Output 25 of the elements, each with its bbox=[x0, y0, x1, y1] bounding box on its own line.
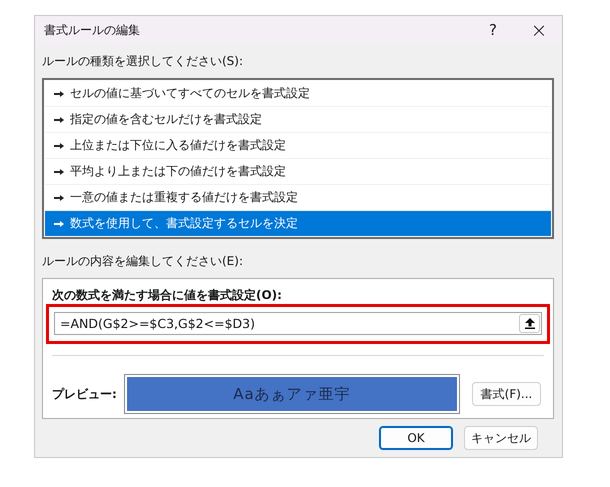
window-title: 書式ルールの編集 bbox=[44, 22, 141, 38]
close-button[interactable]: × bbox=[516, 16, 562, 44]
arrow-icon bbox=[54, 194, 64, 200]
rule-type-item[interactable]: 上位または下位に入る値だけを書式設定 bbox=[45, 133, 551, 159]
arrow-icon bbox=[54, 168, 64, 174]
preview-text: Aaあぁアァ亜宇 bbox=[127, 377, 457, 411]
collapse-button[interactable] bbox=[519, 314, 540, 333]
preview-label: プレビュー: bbox=[52, 387, 118, 401]
formula-label: 次の数式を満たす場合に値を書式設定(O): bbox=[52, 288, 283, 302]
arrow-icon bbox=[54, 220, 64, 226]
arrow-icon bbox=[54, 116, 64, 122]
rule-type-item[interactable]: 平均より上または下の値だけを書式設定 bbox=[45, 159, 551, 185]
cancel-button[interactable]: キャンセル bbox=[464, 426, 538, 450]
rule-type-item[interactable]: 指定の値を含むセルだけを書式設定 bbox=[45, 107, 551, 133]
rule-edit-label: ルールの内容を編集してください(E): bbox=[42, 254, 244, 268]
arrow-icon bbox=[54, 142, 64, 148]
arrow-icon bbox=[54, 90, 64, 96]
rule-type-item[interactable]: 数式を使用して、書式設定するセルを決定 bbox=[45, 211, 551, 236]
up-arrow-icon bbox=[524, 318, 534, 329]
format-button[interactable]: 書式(F)... bbox=[472, 382, 541, 406]
help-button[interactable]: ? bbox=[470, 16, 516, 44]
rule-type-item[interactable]: セルの値に基づいてすべてのセルを書式設定 bbox=[45, 81, 551, 107]
formula-field[interactable]: =AND(G$2>=$C3,G$2<=$D3) bbox=[54, 312, 542, 335]
ok-button[interactable]: OK bbox=[379, 426, 453, 450]
rule-type-label: ルールの種類を選択してください(S): bbox=[42, 54, 244, 68]
